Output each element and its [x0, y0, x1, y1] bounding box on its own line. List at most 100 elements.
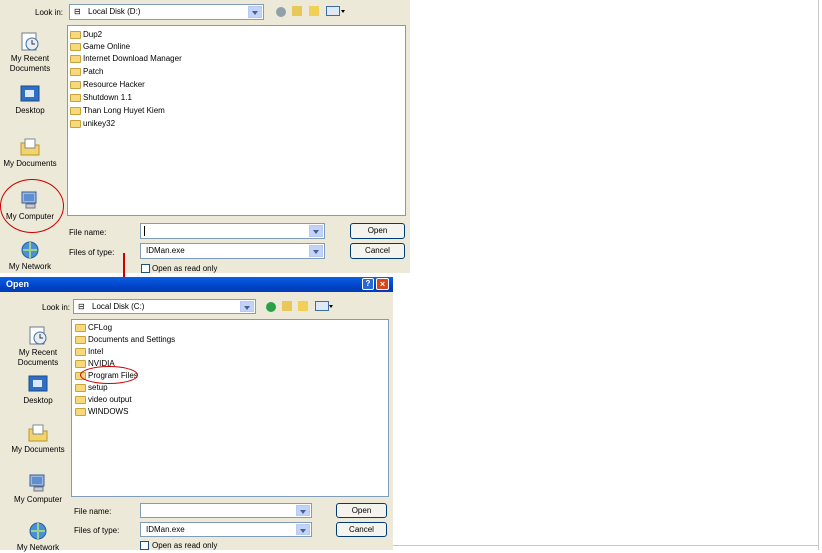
open-dialog: Open ? × Look in: ⊟ Local Disk (C:) My R… — [0, 277, 393, 553]
divider — [393, 545, 818, 546]
look-in-value: Local Disk (C:) — [92, 302, 145, 311]
look-in-combo[interactable]: ⊟ Local Disk (C:) — [73, 299, 256, 314]
list-item[interactable]: Intel — [75, 346, 103, 358]
files-of-type-select[interactable]: IDMan.exe — [140, 522, 312, 537]
files-of-type-value: IDMan.exe — [146, 246, 185, 255]
drive-icon: ⊟ — [74, 7, 81, 16]
folder-icon — [70, 67, 81, 76]
files-of-type-label: Files of type: — [69, 248, 115, 257]
folder-icon — [70, 30, 81, 39]
open-button[interactable]: Open — [336, 503, 387, 518]
close-button[interactable]: × — [376, 278, 389, 290]
title-bar: Open ? × — [0, 277, 393, 292]
list-item[interactable]: Documents and Settings — [75, 334, 175, 346]
views-menu-icon[interactable] — [315, 301, 329, 311]
file-list[interactable]: Dup2 Game Online Internet Download Manag… — [67, 25, 406, 216]
back-icon[interactable] — [266, 302, 276, 312]
cancel-button[interactable]: Cancel — [350, 243, 405, 259]
divider — [818, 0, 819, 550]
desktop-icon — [20, 85, 40, 102]
list-item[interactable]: unikey32 — [70, 118, 115, 130]
place-label: My Computer — [13, 495, 62, 504]
my-documents-icon — [28, 424, 48, 442]
folder-icon — [75, 395, 86, 404]
look-in-label: Look in: — [42, 303, 71, 312]
place-my-network[interactable]: My Network — [9, 521, 67, 553]
annotation-ellipse — [80, 366, 138, 384]
views-menu-icon[interactable] — [326, 6, 340, 16]
files-of-type-select[interactable]: IDMan.exe — [140, 243, 325, 259]
list-item[interactable]: Dup2 — [70, 29, 102, 41]
file-name-input[interactable] — [140, 223, 325, 239]
cancel-button[interactable]: Cancel — [336, 522, 387, 537]
read-only-label: Open as read only — [152, 541, 218, 550]
list-item[interactable]: WINDOWS — [75, 406, 128, 418]
top-open-dialog: Look in: ⊟ Local Disk (D:) My Recent Doc… — [0, 0, 410, 273]
folder-icon — [70, 119, 81, 128]
desktop-icon — [28, 375, 48, 392]
chevron-down-icon[interactable] — [240, 301, 254, 312]
place-my-documents[interactable]: My Documents — [1, 137, 59, 169]
up-folder-icon[interactable] — [292, 6, 302, 16]
places-bar: My Recent Documents Desktop My Documents… — [8, 320, 70, 553]
chevron-down-icon[interactable] — [248, 6, 262, 18]
chevron-down-icon[interactable] — [309, 245, 323, 257]
list-item[interactable]: CFLog — [75, 322, 112, 334]
read-only-label: Open as read only — [152, 264, 218, 273]
text-cursor — [144, 226, 145, 236]
file-name-label: File name: — [74, 507, 112, 516]
place-my-computer[interactable]: My Computer — [9, 473, 67, 505]
files-of-type-value: IDMan.exe — [146, 525, 185, 534]
list-item[interactable]: Internet Download Manager — [70, 53, 182, 65]
chevron-down-icon[interactable] — [341, 10, 345, 13]
chevron-down-icon[interactable] — [296, 524, 310, 535]
place-my-network[interactable]: My Network — [1, 240, 59, 272]
list-item[interactable]: Patch — [70, 66, 103, 78]
file-name-label: File name: — [69, 228, 107, 237]
look-in-value: Local Disk (D:) — [88, 7, 141, 16]
new-folder-icon[interactable] — [298, 301, 308, 311]
place-desktop[interactable]: Desktop — [1, 84, 59, 116]
recent-documents-icon — [29, 326, 47, 345]
chevron-down-icon[interactable] — [309, 225, 323, 237]
folder-icon — [75, 359, 86, 368]
place-my-documents[interactable]: My Documents — [9, 423, 67, 455]
list-item[interactable]: video output — [75, 394, 132, 406]
look-in-label: Look in: — [35, 8, 64, 17]
folder-icon — [70, 42, 81, 51]
place-label: My Recent Documents — [17, 348, 59, 367]
my-network-icon — [29, 522, 47, 540]
annotation-circle — [0, 179, 64, 233]
back-icon[interactable] — [276, 7, 286, 17]
up-folder-icon[interactable] — [282, 301, 292, 311]
chevron-down-icon[interactable] — [329, 305, 333, 308]
folder-icon — [70, 80, 81, 89]
new-folder-icon[interactable] — [309, 6, 319, 16]
read-only-checkbox[interactable] — [140, 541, 149, 550]
open-button[interactable]: Open — [350, 223, 405, 239]
chevron-down-icon[interactable] — [296, 505, 310, 516]
my-documents-icon — [20, 138, 40, 156]
file-name-input[interactable] — [140, 503, 312, 518]
list-item[interactable]: Than Long Huyet Kiem — [70, 105, 165, 117]
list-item[interactable]: Resource Hacker — [70, 79, 145, 91]
help-button[interactable]: ? — [362, 278, 374, 290]
folder-icon — [70, 54, 81, 63]
file-list[interactable]: CFLog Documents and Settings Intel NVIDI… — [71, 319, 389, 497]
place-label: Desktop — [23, 396, 53, 405]
place-recent-documents[interactable]: My Recent Documents — [9, 326, 67, 368]
list-item[interactable]: Shutdown 1.1 — [70, 92, 132, 104]
place-label: My Network — [16, 543, 60, 552]
read-only-checkbox[interactable] — [141, 264, 150, 273]
place-label: My Network — [8, 262, 52, 271]
place-desktop[interactable]: Desktop — [9, 374, 67, 406]
my-network-icon — [21, 241, 39, 259]
folder-icon — [75, 335, 86, 344]
places-bar: My Recent Documents Desktop My Documents… — [0, 26, 62, 273]
list-item[interactable]: Game Online — [70, 41, 130, 53]
look-in-combo[interactable]: ⊟ Local Disk (D:) — [69, 4, 264, 20]
folder-icon — [75, 407, 86, 416]
place-label: My Documents — [3, 159, 57, 168]
drive-icon: ⊟ — [78, 302, 85, 311]
place-recent-documents[interactable]: My Recent Documents — [1, 32, 59, 74]
